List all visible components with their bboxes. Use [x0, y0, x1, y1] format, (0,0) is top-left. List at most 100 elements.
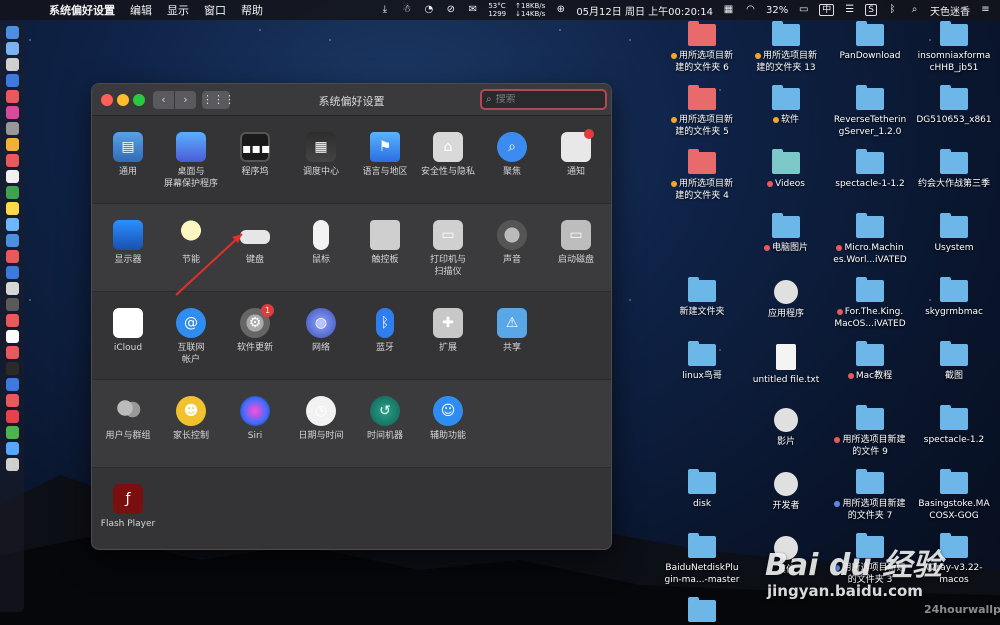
desktop-item[interactable]: 用所选项目新建 的文件 9	[828, 405, 912, 458]
dock-app-icon[interactable]	[5, 378, 19, 391]
desktop-item[interactable]: Mac教程	[828, 341, 912, 382]
pref-pane-notifications[interactable]: 通知	[543, 129, 609, 178]
pref-pane-software-update[interactable]: ⚙ 1 软件更新	[222, 304, 288, 354]
dock-app-icon[interactable]	[5, 250, 19, 263]
desktop-item[interactable]: spectacle-1-1.2	[828, 149, 912, 190]
bluetooth-tray-icon[interactable]: ᛒ	[886, 4, 899, 16]
menu-edit[interactable]: 编辑	[130, 2, 152, 18]
dock-app-icon[interactable]	[5, 426, 19, 439]
clock[interactable]: 05月12日 周日 上午00:20:14	[576, 3, 713, 18]
pref-pane-bluetooth[interactable]: ᛒ 蓝牙	[352, 308, 418, 354]
pref-pane-siri[interactable]: Siri	[222, 396, 288, 442]
dock-app-icon[interactable]	[5, 314, 19, 327]
dock-app-icon[interactable]	[5, 42, 19, 55]
dock-app-icon[interactable]	[5, 122, 19, 135]
app-s-icon[interactable]: S	[865, 4, 877, 16]
pref-pane-trackpad[interactable]: 触控板	[352, 220, 418, 266]
dock-app-icon[interactable]	[5, 442, 19, 455]
pref-pane-printer[interactable]: ▭ 打印机与 扫描仪	[415, 220, 481, 278]
desktop-item[interactable]: disk	[660, 469, 744, 510]
control-icon[interactable]: ☰	[843, 4, 856, 16]
desktop-item[interactable]: DG510653_x861	[912, 85, 996, 126]
dock-app-icon[interactable]	[5, 282, 19, 295]
pref-pane-date-time[interactable]: ◷ 日期与时间	[288, 396, 354, 442]
desktop-item[interactable]: BaiduNetdiskPlu gin-ma...-master	[660, 533, 744, 586]
pref-pane-language[interactable]: ⚑ 语言与地区	[352, 132, 418, 178]
battery-percent[interactable]: 32%	[766, 5, 788, 16]
desktop-item[interactable]: linux鸟哥	[660, 341, 744, 382]
desktop-item[interactable]: 应用程序	[744, 280, 828, 320]
chat-icon[interactable]: ✉	[466, 4, 479, 16]
pref-pane-users[interactable]: 用户与群组	[95, 396, 161, 442]
desktop-item[interactable]: 用所选项目新 建的文件夹 13	[744, 21, 828, 74]
desktop-item[interactable]: skygrmbmac	[912, 277, 996, 318]
user-name[interactable]: 天色迷香	[930, 3, 970, 18]
pref-pane-desktop[interactable]: 桌面与 屏幕保护程序	[158, 132, 224, 190]
dock-app-icon[interactable]	[5, 26, 19, 39]
pref-pane-extensions[interactable]: ✚ 扩展	[415, 308, 481, 354]
dock-app-icon[interactable]	[5, 58, 19, 71]
disc-icon[interactable]: ⊘	[444, 4, 457, 16]
desktop-item[interactable]: ReverseTetherin gServer_1.2.0	[828, 85, 912, 138]
desktop-item[interactable]: 开发者	[744, 472, 828, 512]
pref-pane-internet-accounts[interactable]: @ 互联网 帐户	[158, 308, 224, 366]
menu-grid-icon[interactable]: ▦	[722, 4, 735, 16]
desktop-item[interactable]: Videos	[744, 149, 828, 190]
desktop-item[interactable]: spectacle-1.2	[912, 405, 996, 446]
dock-app-icon[interactable]	[5, 266, 19, 279]
dock-app-icon[interactable]	[5, 186, 19, 199]
desktop-item[interactable]: 影片	[744, 408, 828, 448]
pref-pane-security[interactable]: ⌂ 安全性与隐私	[415, 132, 481, 178]
menu-view[interactable]: 显示	[167, 2, 189, 18]
dock-app-icon[interactable]	[5, 74, 19, 87]
pref-pane-network[interactable]: ◍ 网络	[288, 308, 354, 354]
search-tray-icon[interactable]: ⌕	[908, 4, 921, 16]
pref-pane-parental[interactable]: ☻ 家长控制	[158, 396, 224, 442]
desktop-item[interactable]: 用所选项目新 建的文件夹 5	[660, 85, 744, 138]
pref-pane-keyboard[interactable]: 键盘	[222, 220, 288, 266]
desktop-item[interactable]: Basingstoke.MA COSX-GOG	[912, 469, 996, 522]
dock-app-icon[interactable]	[5, 362, 19, 375]
dock-app-icon[interactable]	[5, 346, 19, 359]
dock-app-icon[interactable]	[5, 154, 19, 167]
dock-app-icon[interactable]	[5, 458, 19, 471]
pref-pane-sound[interactable]: 声音	[479, 220, 545, 266]
cpu-stats[interactable]: 53°C 1299	[488, 2, 506, 18]
dock-app-icon[interactable]	[5, 234, 19, 247]
desktop-item[interactable]: 约会大作战第三季	[912, 149, 996, 190]
desktop-item[interactable]: PanDownload	[828, 21, 912, 62]
pref-pane-time-machine[interactable]: ↺ 时间机器	[352, 396, 418, 442]
desktop-item[interactable]: 用所选项目新 建的文件夹 6	[660, 21, 744, 74]
dock-app-icon[interactable]	[5, 218, 19, 231]
pref-pane-display[interactable]: 显示器	[95, 220, 161, 266]
search-input[interactable]	[495, 94, 591, 105]
desktop-item[interactable]: 新建文件夹	[660, 277, 744, 318]
dock-app-icon[interactable]	[5, 298, 19, 311]
search-field[interactable]: ⌕	[480, 89, 607, 110]
globe-icon[interactable]: ⊕	[554, 4, 567, 16]
pref-pane-accessibility[interactable]: ☺ 辅助功能	[415, 396, 481, 442]
dock-app-icon[interactable]	[5, 170, 19, 183]
wifi-icon[interactable]: ◠	[744, 4, 757, 16]
pref-pane-icloud[interactable]: ☁ iCloud	[95, 308, 161, 354]
desktop-item[interactable]: For.The.King. MacOS...iVATED	[828, 277, 912, 330]
pref-pane-mission-control[interactable]: ▦ 调度中心	[288, 132, 354, 178]
download-icon[interactable]: ⤓	[378, 4, 391, 16]
speed-icon[interactable]: ◔	[422, 4, 435, 16]
pref-pane-sharing[interactable]: ⚠ 共享	[479, 308, 545, 354]
desktop-item[interactable]: 美国账号	[660, 597, 744, 625]
menu-window[interactable]: 窗口	[204, 2, 226, 18]
pref-pane-startup-disk[interactable]: ▭ 启动磁盘	[543, 220, 609, 266]
network-stats[interactable]: ↑18KB/s ↓14KB/s	[515, 2, 545, 18]
menu-help[interactable]: 帮助	[241, 2, 263, 18]
pref-pane-energy[interactable]: 节能	[158, 220, 224, 266]
desktop-item[interactable]: untitled file.txt	[744, 344, 828, 386]
desktop-item[interactable]: 截图	[912, 341, 996, 382]
dock-app-icon[interactable]	[5, 138, 19, 151]
dock-app-icon[interactable]	[5, 202, 19, 215]
desktop-item[interactable]: Usystem	[912, 213, 996, 254]
dock-app-icon[interactable]	[5, 394, 19, 407]
desktop-item[interactable]: 电脑图片	[744, 213, 828, 254]
list-icon[interactable]: ≡	[979, 4, 992, 16]
dock-app-icon[interactable]	[5, 106, 19, 119]
